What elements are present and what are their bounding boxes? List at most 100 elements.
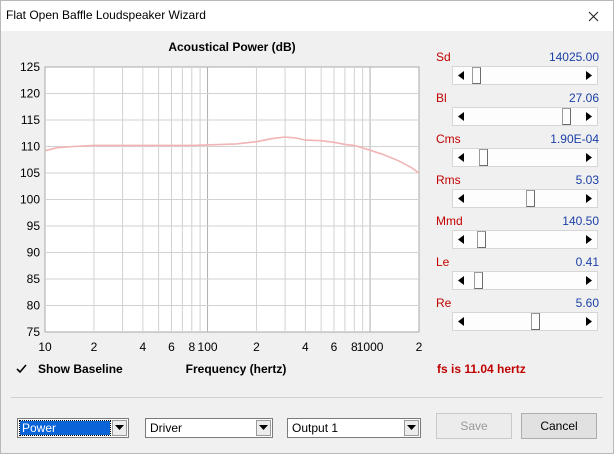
- y-tick-label: 105: [20, 166, 40, 180]
- slider-thumb[interactable]: [477, 231, 486, 248]
- x-tick-label: 100: [198, 340, 218, 354]
- param-rms-slider[interactable]: [452, 189, 598, 208]
- y-tick-label: 110: [21, 140, 40, 154]
- x-tick-label: 2: [253, 340, 260, 354]
- save-button[interactable]: Save: [436, 413, 512, 439]
- param-re-value: 5.60: [575, 296, 599, 310]
- param-sd-slider[interactable]: [452, 66, 598, 85]
- output-value: Output 1: [292, 421, 339, 435]
- scroll-left-button[interactable]: [453, 67, 469, 84]
- param-mmd: Mmd 140.50: [436, 214, 599, 252]
- slider-thumb[interactable]: [531, 313, 540, 330]
- arrow-left-icon: [458, 71, 464, 80]
- plot-type-dropdown-button[interactable]: [112, 420, 127, 436]
- arrow-right-icon: [586, 112, 592, 121]
- x-tick-label: 1000: [357, 340, 384, 354]
- arrow-right-icon: [586, 71, 592, 80]
- arrow-left-icon: [458, 153, 464, 162]
- arrow-left-icon: [458, 194, 464, 203]
- scroll-left-button[interactable]: [453, 108, 469, 125]
- source-combo[interactable]: Driver: [145, 418, 273, 438]
- x-axis-label: Frequency (hertz): [185, 362, 287, 376]
- param-rms-value: 5.03: [575, 173, 599, 187]
- slider-thumb[interactable]: [526, 190, 535, 207]
- param-le-slider[interactable]: [452, 271, 598, 290]
- y-tick-label: 100: [20, 193, 40, 207]
- fs-readout: fs is 11.04 hertz: [437, 362, 526, 376]
- param-re-slider[interactable]: [452, 312, 598, 331]
- slider-thumb[interactable]: [562, 108, 571, 125]
- arrow-left-icon: [458, 317, 464, 326]
- arrow-right-icon: [586, 276, 592, 285]
- scroll-right-button[interactable]: [581, 231, 597, 248]
- y-tick-label: 95: [27, 219, 41, 233]
- scroll-right-button[interactable]: [581, 108, 597, 125]
- param-le-value: 0.41: [575, 255, 599, 269]
- bottom-separator: [11, 397, 603, 398]
- y-tick-label: 115: [21, 113, 40, 127]
- param-cms-label: Cms: [436, 132, 461, 146]
- source-value: Driver: [150, 421, 182, 435]
- close-icon: [588, 11, 598, 21]
- scroll-left-button[interactable]: [453, 149, 469, 166]
- x-tick-label: 4: [140, 340, 147, 354]
- param-rms-label: Rms: [436, 173, 461, 187]
- y-tick-label: 120: [20, 87, 40, 101]
- scroll-left-button[interactable]: [453, 313, 469, 330]
- param-cms: Cms 1.90E-04: [436, 132, 599, 170]
- param-sd-value: 14025.00: [548, 50, 599, 64]
- chevron-down-icon: [407, 425, 416, 430]
- param-re-label: Re: [436, 296, 452, 310]
- x-tick-label: 2: [416, 340, 423, 354]
- slider-thumb[interactable]: [479, 149, 488, 166]
- param-bl: Bl 27.06: [436, 91, 599, 129]
- scroll-right-button[interactable]: [581, 190, 597, 207]
- arrow-left-icon: [458, 276, 464, 285]
- power-chart: 7580859095100105110115120125 10 2 4 6 8 100 2 4…: [20, 60, 423, 354]
- slider-thumb[interactable]: [474, 272, 483, 289]
- plot-type-value: Power: [19, 420, 111, 436]
- scroll-right-button[interactable]: [581, 67, 597, 84]
- param-cms-slider[interactable]: [452, 148, 598, 167]
- cancel-button[interactable]: Cancel: [521, 413, 597, 439]
- chevron-down-icon: [115, 425, 124, 430]
- output-combo[interactable]: Output 1: [287, 418, 421, 438]
- arrow-left-icon: [458, 235, 464, 244]
- param-sd: Sd 14025.00: [436, 50, 599, 88]
- scroll-right-button[interactable]: [581, 272, 597, 289]
- close-button[interactable]: [573, 1, 613, 31]
- param-cms-value: 1.90E-04: [550, 132, 599, 146]
- scroll-left-button[interactable]: [453, 190, 469, 207]
- source-dropdown-button[interactable]: [256, 420, 271, 436]
- slider-thumb[interactable]: [472, 67, 481, 84]
- param-bl-slider[interactable]: [452, 107, 598, 126]
- chevron-down-icon: [259, 425, 268, 430]
- y-tick-label: 85: [27, 272, 41, 286]
- arrow-right-icon: [586, 194, 592, 203]
- scroll-right-button[interactable]: [581, 313, 597, 330]
- show-baseline-checkbox[interactable]: Show Baseline: [15, 362, 123, 376]
- param-le: Le 0.41: [436, 255, 599, 293]
- output-dropdown-button[interactable]: [404, 420, 419, 436]
- x-tick-label: 8: [188, 340, 195, 354]
- arrow-right-icon: [586, 153, 592, 162]
- param-sd-label: Sd: [436, 50, 451, 64]
- param-le-label: Le: [436, 255, 450, 269]
- plot-type-combo[interactable]: Power: [17, 418, 129, 438]
- param-re: Re 5.60: [436, 296, 599, 334]
- y-tick-label: 80: [27, 299, 41, 313]
- x-tick-label: 10: [38, 340, 52, 354]
- checkbox-box[interactable]: [15, 363, 28, 376]
- arrow-right-icon: [586, 235, 592, 244]
- param-rms: Rms 5.03: [436, 173, 599, 211]
- param-mmd-value: 140.50: [562, 214, 599, 228]
- scroll-right-button[interactable]: [581, 149, 597, 166]
- arrow-left-icon: [458, 112, 464, 121]
- scroll-left-button[interactable]: [453, 272, 469, 289]
- param-bl-label: Bl: [436, 91, 447, 105]
- scroll-left-button[interactable]: [453, 231, 469, 248]
- param-mmd-slider[interactable]: [452, 230, 598, 249]
- wizard-window: Flat Open Baffle Loudspeaker Wizard Acou…: [0, 0, 614, 454]
- x-tick-label: 6: [331, 340, 338, 354]
- y-tick-label: 125: [20, 60, 40, 74]
